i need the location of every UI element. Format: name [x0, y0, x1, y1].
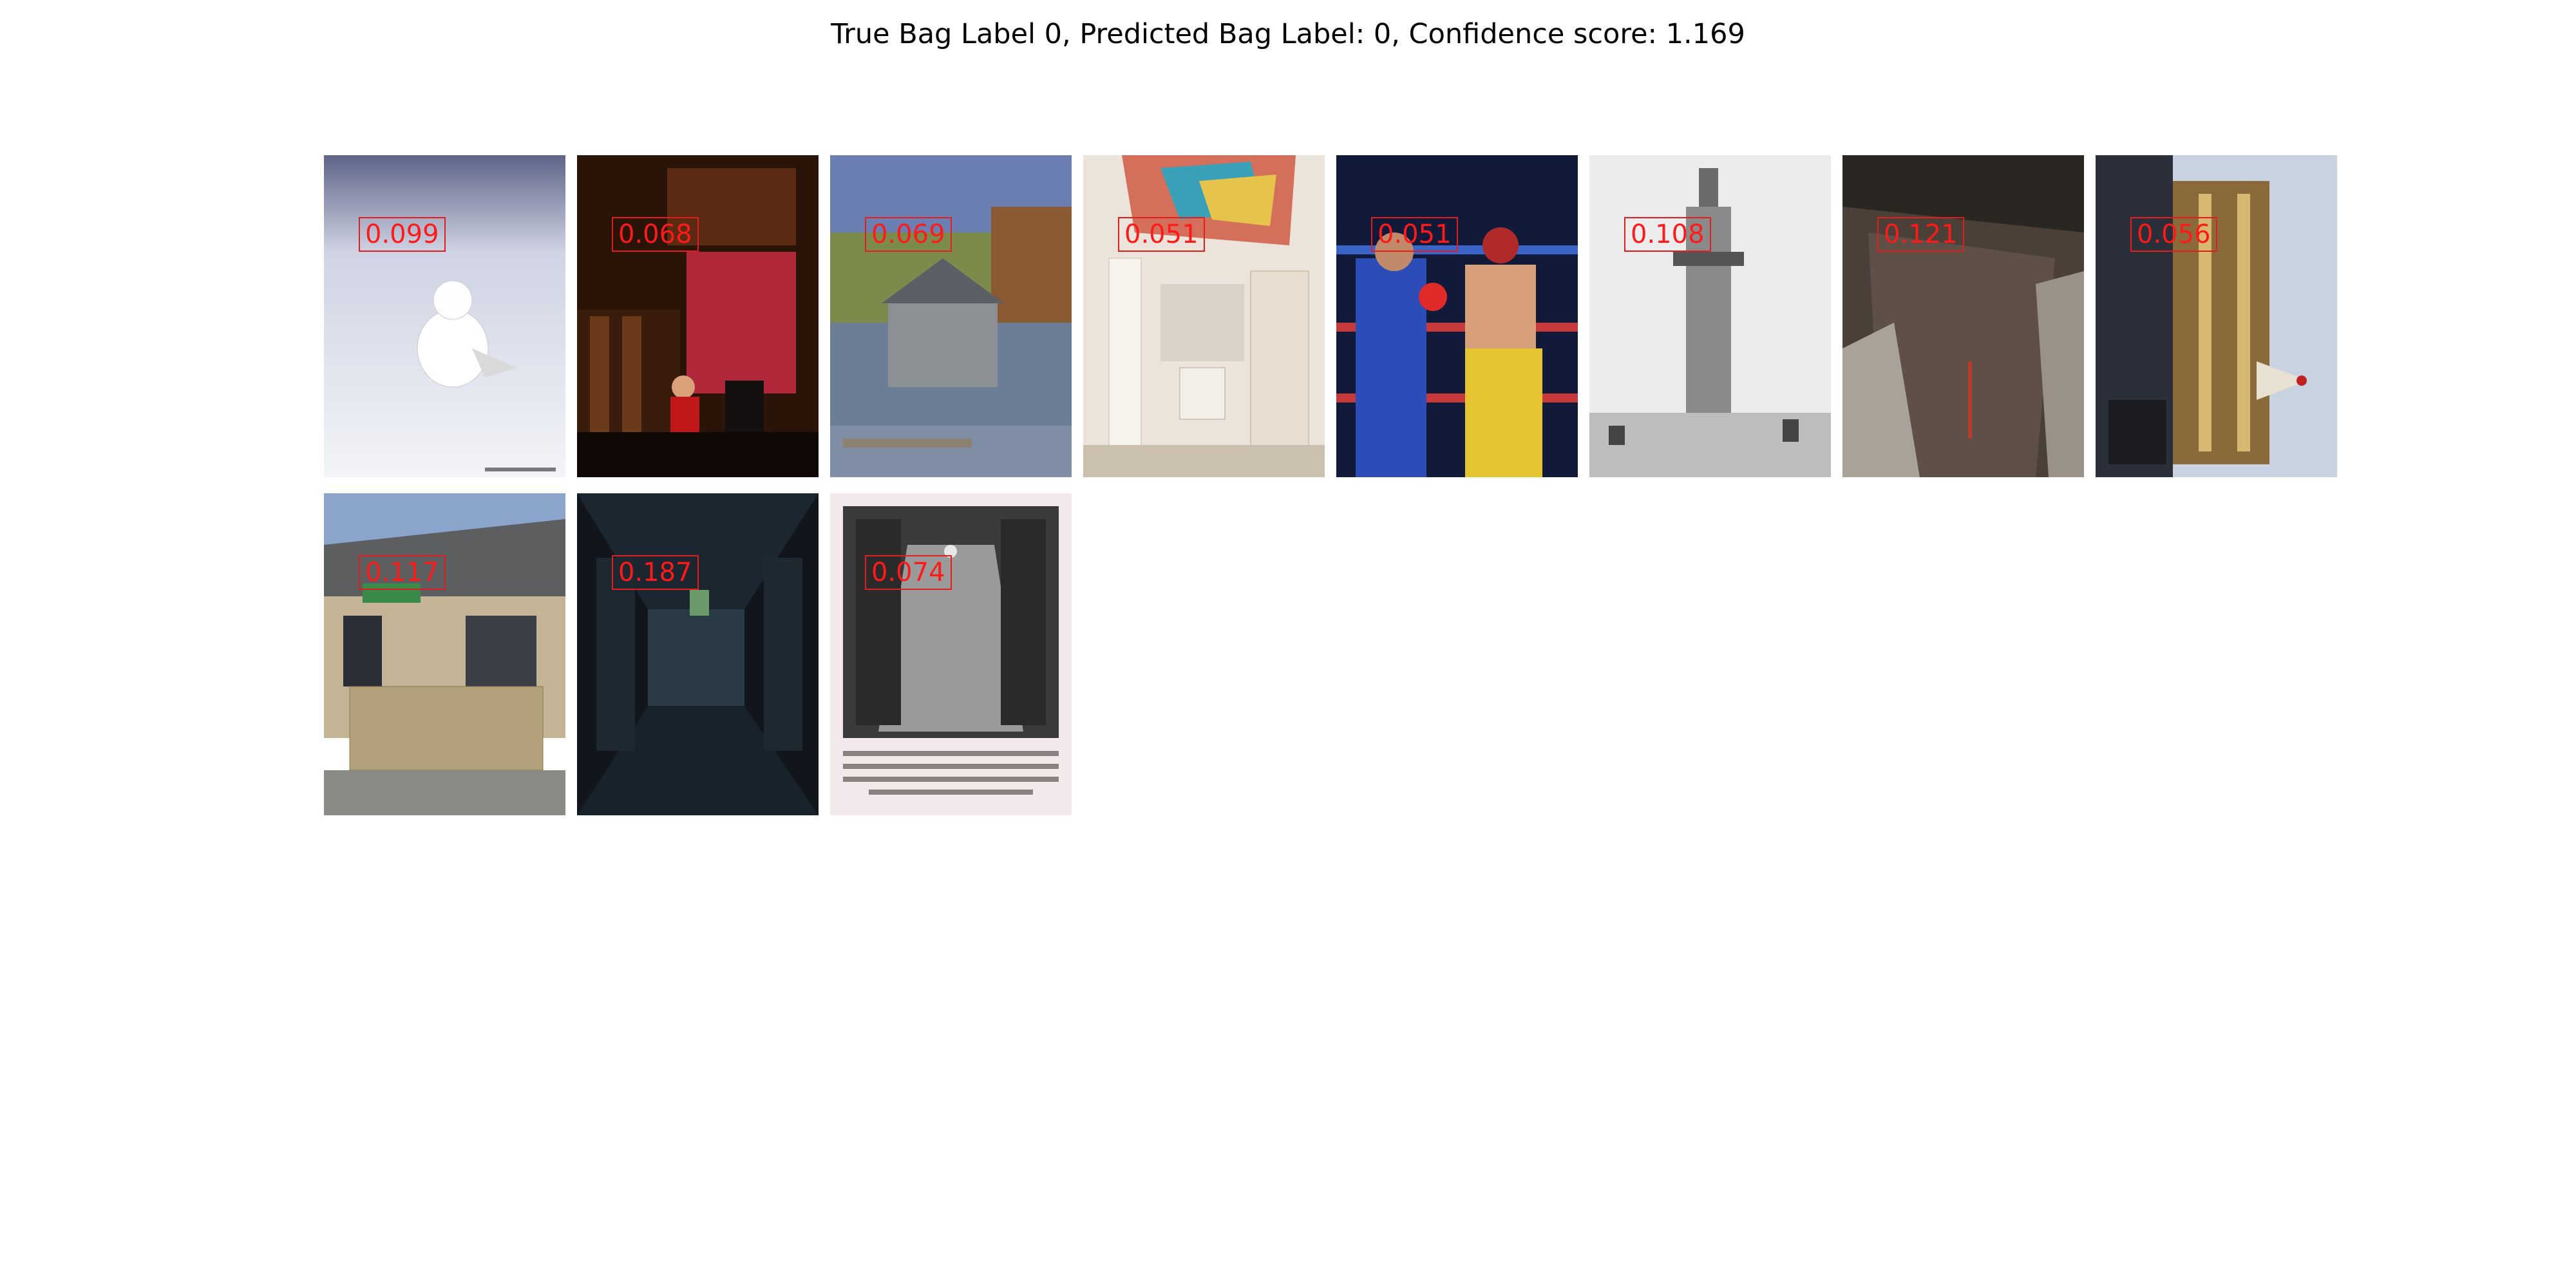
instance-score: 0.121 [1877, 217, 1964, 252]
snowy-owl-image [324, 155, 565, 477]
figure-title: True Bag Label 0, Predicted Bag Label: 0… [831, 18, 1745, 50]
instance-image-7: 0.121 [1842, 155, 2084, 477]
boxing-match-image [1336, 155, 1578, 477]
dark-tunnel-image [577, 493, 819, 815]
carousel-image [2096, 155, 2337, 477]
instance-image-10: 0.187 [577, 493, 819, 815]
instance-score: 0.051 [1371, 217, 1458, 252]
instance-image-2: 0.068 [577, 155, 819, 477]
instance-score: 0.187 [612, 555, 699, 590]
vintage-hallway-image [830, 493, 1072, 815]
bedroom-desk-image [1083, 155, 1325, 477]
lighthouse-engraving-image [1589, 155, 1831, 477]
lake-boathouse-image [830, 155, 1072, 477]
instance-image-3: 0.069 [830, 155, 1072, 477]
instance-score: 0.051 [1118, 217, 1205, 252]
instance-score: 0.069 [865, 217, 952, 252]
instance-image-1: 0.099 [324, 155, 565, 477]
instance-image-8: 0.056 [2096, 155, 2337, 477]
ruined-structure-image [1842, 155, 2084, 477]
instance-image-4: 0.051 [1083, 155, 1325, 477]
red-room-image [577, 155, 819, 477]
instance-score: 0.074 [865, 555, 952, 590]
instance-image-6: 0.108 [1589, 155, 1831, 477]
instance-score: 0.068 [612, 217, 699, 252]
house-patio-image [324, 493, 565, 815]
instance-image-11: 0.074 [830, 493, 1072, 815]
instance-score: 0.056 [2130, 217, 2217, 252]
instance-image-5: 0.051 [1336, 155, 1578, 477]
instance-score: 0.108 [1624, 217, 1711, 252]
instance-score: 0.117 [359, 555, 446, 590]
instance-image-9: 0.117 [324, 493, 565, 815]
instance-score: 0.099 [359, 217, 446, 252]
